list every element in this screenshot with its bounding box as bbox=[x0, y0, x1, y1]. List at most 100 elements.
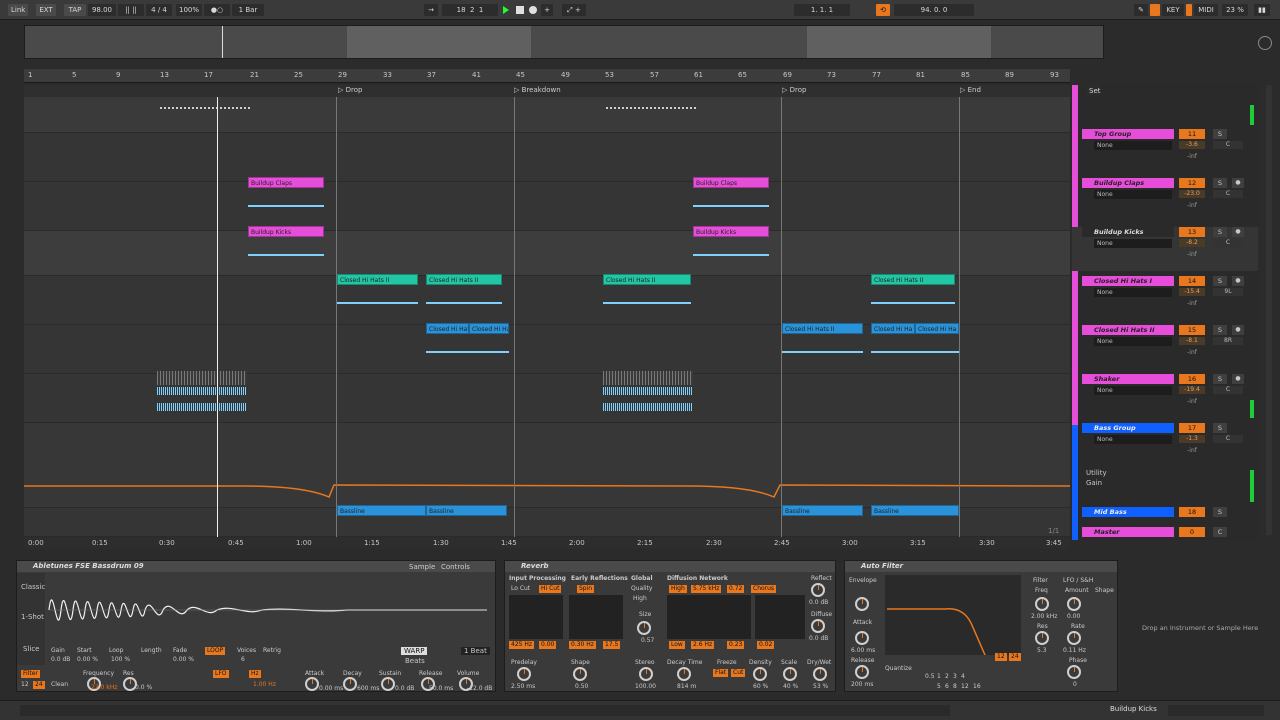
solo-button[interactable]: S bbox=[1213, 129, 1227, 139]
quantize-value[interactable]: 6 bbox=[945, 683, 949, 690]
arrangement-view[interactable]: Buildup Claps Buildup Claps Buildup Kick… bbox=[24, 97, 1070, 537]
clip-closed-hi-hats[interactable]: Closed Hi Hats II bbox=[871, 274, 955, 285]
clip-closed-hi-hat[interactable]: Closed Hi Hat bbox=[426, 323, 469, 334]
volume-field[interactable]: -15.4 bbox=[1179, 288, 1205, 296]
beat-time-ruler[interactable]: 1 5 9 13 17 21 25 29 33 37 41 45 49 53 5… bbox=[24, 69, 1070, 83]
track-activator[interactable]: 18 bbox=[1179, 507, 1205, 517]
input-freq-value[interactable]: 425 Hz bbox=[509, 641, 535, 649]
diffusion-high-button[interactable]: High bbox=[669, 585, 687, 593]
overview-toggle-icon[interactable] bbox=[1258, 36, 1272, 50]
nudge-buttons[interactable]: || || bbox=[118, 4, 144, 16]
clip-bassline[interactable]: Bassline bbox=[782, 505, 863, 516]
locator-breakdown[interactable]: ▷ Breakdown bbox=[514, 86, 561, 94]
amount-value[interactable]: 0.00 bbox=[1067, 613, 1080, 620]
slice-mode-button[interactable]: Slice bbox=[23, 645, 40, 653]
start-value[interactable]: 0.00 % bbox=[77, 656, 98, 663]
phase-knob[interactable] bbox=[1067, 665, 1081, 679]
warp-button[interactable]: WARP bbox=[401, 647, 428, 655]
voices-value[interactable]: 6 bbox=[241, 656, 245, 663]
density-knob[interactable] bbox=[753, 667, 767, 681]
arm-button[interactable]: ● bbox=[1232, 276, 1244, 286]
lfo-toggle-button[interactable]: LFO bbox=[213, 670, 229, 678]
quantize-value[interactable]: 5 bbox=[937, 683, 941, 690]
gain-value[interactable]: 0.0 dB bbox=[51, 656, 70, 663]
scale-value[interactable]: 40 % bbox=[783, 683, 798, 690]
device-title[interactable]: Reverb bbox=[505, 561, 835, 572]
tempo-field[interactable]: 98.00 bbox=[88, 4, 116, 16]
key-map-button[interactable]: KEY bbox=[1162, 4, 1184, 16]
attack-knob[interactable] bbox=[855, 631, 869, 645]
quantization-menu[interactable]: 1 Bar bbox=[232, 4, 264, 16]
attack-value[interactable]: 6.00 ms bbox=[851, 647, 875, 654]
clip-buildup-kicks[interactable]: Buildup Kicks bbox=[248, 226, 324, 237]
mixer-track-selected[interactable]: Buildup Kicks 13 S ● None -8.2 C -inf bbox=[1072, 227, 1258, 271]
clip-buildup-claps[interactable]: Buildup Claps bbox=[248, 177, 324, 188]
quantize-value[interactable]: 1 bbox=[937, 673, 941, 680]
decay-knob[interactable] bbox=[343, 677, 357, 691]
size-knob[interactable] bbox=[637, 621, 651, 635]
solo-button[interactable]: S bbox=[1213, 325, 1227, 335]
volume-field[interactable]: -1.3 bbox=[1179, 435, 1205, 443]
pan-field[interactable]: C bbox=[1213, 190, 1243, 198]
track-name[interactable]: Buildup Kicks bbox=[1082, 227, 1174, 237]
input-type-select[interactable]: None bbox=[1094, 141, 1172, 150]
res-knob[interactable] bbox=[1035, 631, 1049, 645]
freq-value[interactable]: 2.00 kHz bbox=[1031, 613, 1057, 620]
lfo-rate-value[interactable]: 1.00 Hz bbox=[253, 681, 276, 688]
chorus-display[interactable] bbox=[755, 595, 805, 639]
arm-button[interactable]: ● bbox=[1232, 374, 1244, 384]
input-type-select[interactable]: None bbox=[1094, 239, 1172, 248]
arrangement-overview[interactable] bbox=[24, 25, 1104, 59]
input-width-value[interactable]: 0.00 bbox=[539, 641, 557, 649]
solo-button[interactable]: S bbox=[1213, 423, 1227, 433]
slope-12-button[interactable]: 12 bbox=[995, 653, 1007, 661]
clip-closed-hi-hat[interactable]: Closed Hi Hat bbox=[469, 323, 509, 334]
chorus-button[interactable]: Chorus bbox=[751, 585, 777, 593]
follow-icon[interactable]: → bbox=[424, 4, 438, 16]
clip-buildup-claps[interactable]: Buildup Claps bbox=[693, 177, 769, 188]
clip-buildup-kicks[interactable]: Buildup Kicks bbox=[693, 226, 769, 237]
volume-field[interactable]: -23.0 bbox=[1179, 190, 1205, 198]
slope-24-button[interactable]: 24 bbox=[1009, 653, 1021, 661]
time-ruler[interactable]: 0:00 0:15 0:30 0:45 1:00 1:15 1:30 1:45 … bbox=[24, 537, 1070, 549]
solo-button[interactable]: S bbox=[1213, 374, 1227, 384]
device-title[interactable]: Auto Filter bbox=[845, 561, 1117, 572]
track-activator[interactable]: 14 bbox=[1179, 276, 1205, 286]
filter-response-display[interactable] bbox=[885, 575, 1021, 655]
time-signature-field[interactable]: 4 / 4 bbox=[146, 4, 172, 16]
early-reflections-display[interactable] bbox=[569, 595, 623, 639]
volume-field[interactable]: -8.2 bbox=[1179, 239, 1205, 247]
pan-field[interactable]: 8R bbox=[1213, 337, 1243, 345]
loop-length-field[interactable]: 94. 0. 0 bbox=[894, 4, 974, 16]
lfo-hz-button[interactable]: Hz bbox=[249, 670, 261, 678]
diffuse-knob[interactable] bbox=[811, 619, 825, 633]
rate-value[interactable]: 0.11 Hz bbox=[1063, 647, 1086, 654]
reverb-device[interactable]: Reverb Input Processing Lo Cut Hi Cut Ea… bbox=[504, 560, 836, 692]
attack-knob[interactable] bbox=[305, 677, 319, 691]
quality-select[interactable]: High bbox=[633, 595, 647, 602]
master-pan[interactable]: C bbox=[1213, 527, 1227, 537]
pan-field[interactable]: C bbox=[1213, 239, 1243, 247]
er-rate-value[interactable]: 17.5 bbox=[603, 641, 621, 649]
clip-closed-hi-ha[interactable]: Closed Hi Ha bbox=[915, 323, 959, 334]
sustain-value[interactable]: 0.0 dB bbox=[395, 685, 414, 692]
clip-bassline[interactable]: Bassline bbox=[426, 505, 507, 516]
sustain-knob[interactable] bbox=[381, 677, 395, 691]
master-activator[interactable]: 0 bbox=[1179, 527, 1205, 537]
sample-waveform[interactable] bbox=[47, 575, 493, 645]
volume-field[interactable]: -8.1 bbox=[1179, 337, 1205, 345]
oneshot-mode-button[interactable]: 1-Shot bbox=[21, 613, 44, 621]
clip-bassline[interactable]: Bassline bbox=[337, 505, 426, 516]
slope-12-button[interactable]: 12 bbox=[21, 681, 29, 688]
input-type-select[interactable]: None bbox=[1094, 288, 1172, 297]
solo-button[interactable]: S bbox=[1213, 227, 1227, 237]
arm-button[interactable]: ● bbox=[1232, 325, 1244, 335]
amount-knob[interactable] bbox=[1067, 597, 1081, 611]
warp-beat-field[interactable]: 1 Beat bbox=[461, 647, 490, 655]
playhead[interactable] bbox=[217, 97, 218, 537]
track-name[interactable]: Top Group bbox=[1082, 129, 1174, 139]
pan-field[interactable]: C bbox=[1213, 386, 1243, 394]
arm-button[interactable]: ● bbox=[1232, 227, 1244, 237]
decay-time-value[interactable]: 814 m bbox=[677, 683, 696, 690]
loop-start-field[interactable]: 1. 1. 1 bbox=[794, 4, 850, 16]
